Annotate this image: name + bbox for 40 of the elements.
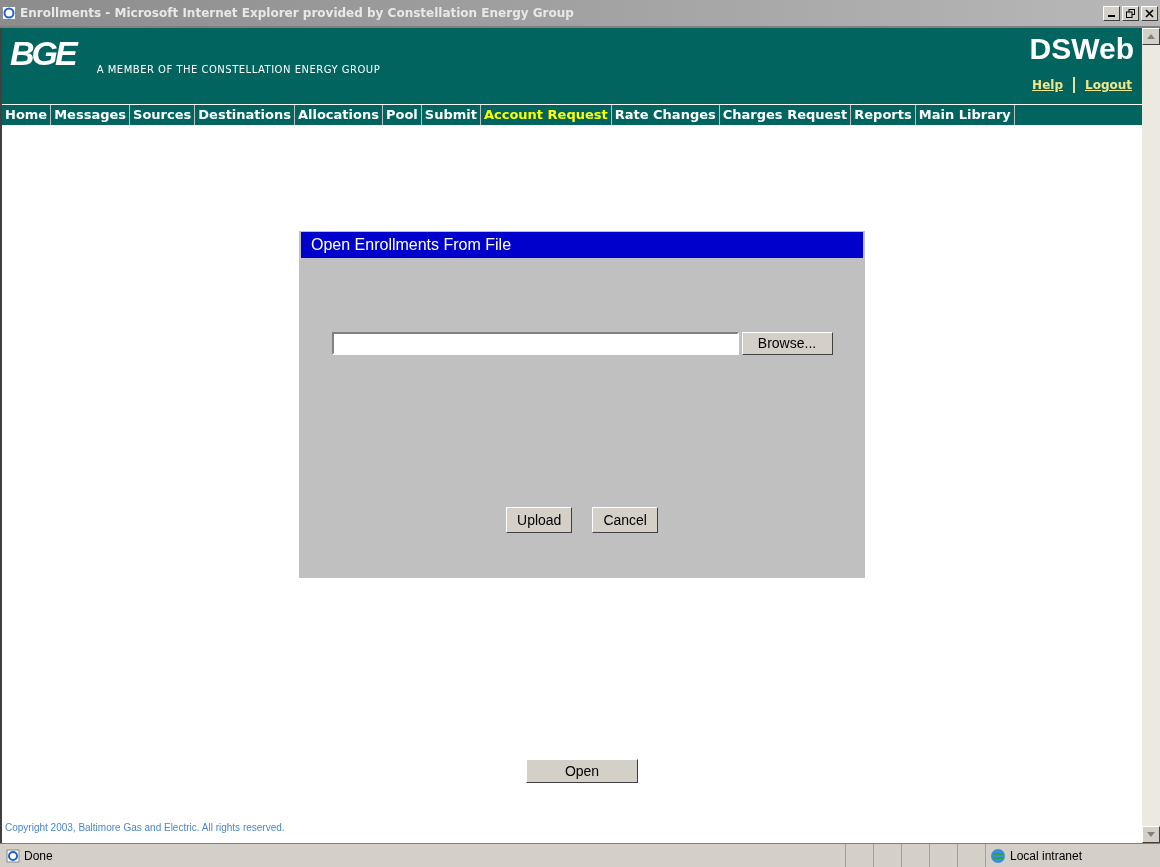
app-name: DSWeb: [1029, 34, 1134, 64]
help-link[interactable]: Help: [1032, 76, 1063, 94]
nav-tab[interactable]: Messages: [51, 105, 131, 125]
tagline: A MEMBER OF THE CONSTELLATION ENERGY GROUP: [96, 63, 381, 77]
browse-button[interactable]: Browse...: [741, 332, 833, 355]
nav-tab[interactable]: Charges Request: [719, 105, 852, 125]
nav-tab[interactable]: Destinations: [195, 105, 295, 125]
scroll-up-button[interactable]: [1142, 28, 1160, 45]
copyright-text: Copyright 2003, Baltimore Gas and Electric. All rights reserved.: [5, 822, 285, 833]
nav-tab[interactable]: Rate Changes: [611, 105, 720, 125]
nav-tab[interactable]: Reports: [851, 105, 916, 125]
minimize-button[interactable]: [1103, 5, 1120, 21]
dialog-title: Open Enrollments From File: [311, 235, 512, 255]
cancel-button[interactable]: Cancel: [592, 507, 658, 533]
security-zone: Local intranet: [1010, 847, 1083, 865]
close-button[interactable]: [1141, 5, 1158, 21]
nav-tab[interactable]: Account Request: [480, 105, 612, 125]
nav-tab[interactable]: Allocations: [294, 105, 383, 125]
restore-button[interactable]: [1122, 5, 1139, 21]
close-icon: [1145, 8, 1154, 18]
nav-tab[interactable]: Sources: [130, 105, 196, 125]
upload-button[interactable]: Upload: [506, 507, 573, 533]
file-path-field[interactable]: [331, 332, 739, 355]
open-button[interactable]: Open: [526, 759, 638, 783]
nav-tab[interactable]: Home: [2, 105, 52, 125]
nav-tab[interactable]: Main Library: [915, 105, 1015, 125]
restore-icon: [1126, 8, 1135, 18]
brand-logo: BGE: [10, 36, 75, 70]
nav-tab[interactable]: Submit: [421, 105, 481, 125]
status-text: Done: [24, 847, 53, 865]
down-arrow-icon: [1147, 832, 1155, 837]
nav-tab[interactable]: Pool: [382, 105, 422, 125]
logout-link[interactable]: Logout: [1085, 76, 1132, 94]
up-arrow-icon: [1147, 34, 1155, 39]
scroll-down-button[interactable]: [1142, 826, 1160, 843]
window-title: Enrollments - Microsoft Internet Explorer provided by Constellation Energy Group: [20, 5, 574, 22]
scrollbar[interactable]: [1142, 28, 1160, 843]
browser-icon: [2, 6, 16, 20]
page-icon: [6, 848, 20, 863]
globe-icon: [990, 847, 1006, 864]
